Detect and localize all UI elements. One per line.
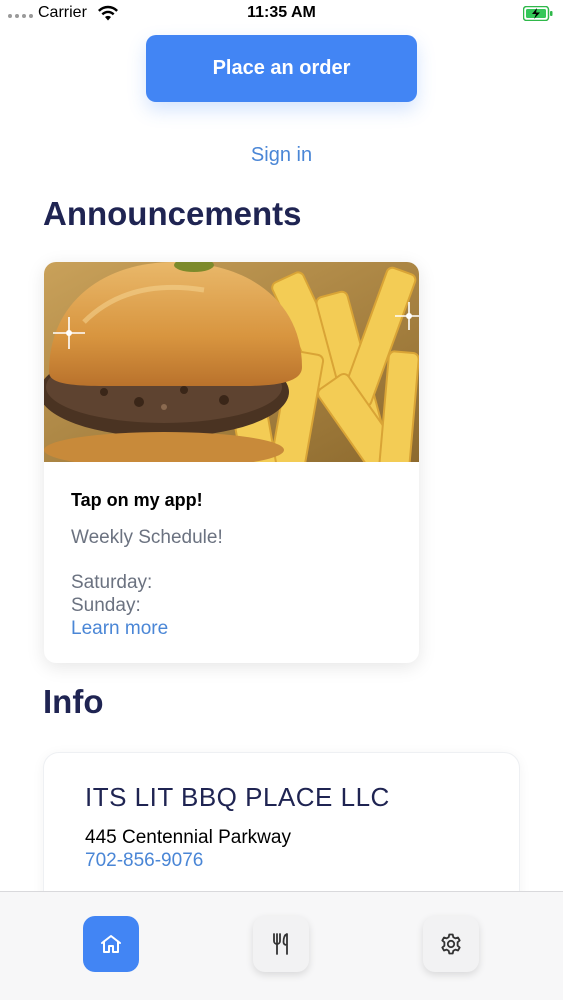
schedule-line: Saturday:	[71, 572, 153, 593]
announcement-subtitle: Weekly Schedule!	[71, 527, 223, 548]
clock: 11:35 AM	[247, 4, 316, 21]
announcement-content: Tap on my app! Weekly Schedule! Saturday…	[71, 490, 401, 640]
tab-bar	[0, 891, 563, 1000]
announcements-heading: Announcements	[43, 195, 302, 232]
status-bar: Carrier 11:35 AM	[0, 0, 563, 28]
gear-icon	[441, 933, 461, 955]
fork-knife-icon	[273, 933, 288, 955]
announcement-title: Tap on my app!	[71, 490, 203, 510]
home-icon	[101, 935, 121, 953]
place-order-button[interactable]: Place an order	[146, 35, 417, 102]
sign-in-link[interactable]: Sign in	[0, 144, 563, 167]
business-address[interactable]: 445 Centennial Parkway	[85, 827, 291, 849]
announcement-card[interactable]: Tap on my app! Weekly Schedule! Saturday…	[44, 262, 419, 663]
tab-home[interactable]	[83, 916, 139, 972]
battery-charging-icon	[523, 6, 553, 21]
tab-settings[interactable]	[423, 916, 479, 972]
schedule-line: Sunday:	[71, 595, 141, 616]
business-phone-link[interactable]: 702-856-9076	[85, 850, 203, 872]
info-heading: Info	[43, 683, 104, 720]
tab-menu[interactable]	[253, 916, 309, 972]
burger-fries-image	[44, 262, 419, 462]
business-name: ITS LIT BBQ PLACE LLC	[85, 782, 390, 812]
learn-more-link[interactable]: Learn more	[71, 617, 401, 640]
